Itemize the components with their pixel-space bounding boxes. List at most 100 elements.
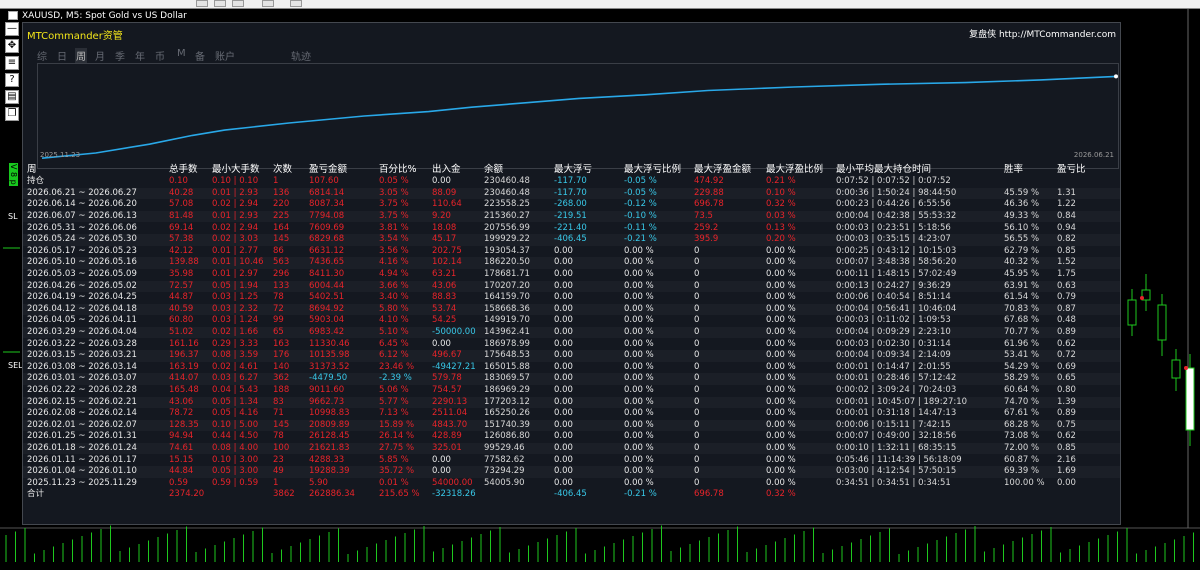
cell-col-7: 164159.70 (484, 292, 530, 303)
tab-8[interactable]: 备 (195, 48, 205, 63)
report-icon[interactable]: ▤ (5, 90, 19, 104)
toolbar-button[interactable] (196, 0, 208, 7)
cell-col-4: 9011.60 (309, 384, 345, 395)
cell-col-4: 盈亏金额 (309, 164, 348, 175)
cell-col-9: 0.00 % (624, 257, 654, 268)
cell-col-4: 8411.30 (309, 268, 345, 279)
cell-col-3: 65 (273, 326, 284, 337)
cell-col-8: -117.70 (554, 187, 587, 198)
cell-col-0: 合计 (27, 489, 45, 500)
cell-col-10: 0 (694, 361, 700, 372)
cell-col-1: 40.28 (169, 187, 194, 198)
cell-col-5: 4.10 % (379, 315, 409, 326)
table-row: 2026.01.25 ~ 2026.01.31 94.94 0.44 | 4.50 7… (23, 431, 1120, 443)
equity-endpoint (1114, 74, 1118, 79)
cell-col-5: 3.56 % (379, 245, 409, 256)
cell-col-10: 最大浮盈金额 (694, 164, 752, 175)
cell-col-12: 0:00:04 | 0:42:38 | 55:53:32 (836, 210, 957, 221)
cell-col-13: 74.70 % (1004, 396, 1040, 407)
cell-col-5: 5.80 % (379, 303, 409, 314)
move-icon[interactable]: ✥ (5, 39, 19, 53)
cell-col-12: 0:00:11 | 1:48:15 | 57:02:49 (836, 268, 957, 279)
tab-10[interactable]: 轨迹 (291, 48, 311, 63)
cell-col-13: 60.87 % (1004, 454, 1040, 465)
cell-col-1: 57.08 (169, 199, 194, 210)
cell-col-6: 2290.13 (432, 396, 468, 407)
cell-col-3: 140 (273, 361, 290, 372)
table-row: 2026.05.10 ~ 2026.05.16 139.88 0.01 | 10.4… (23, 257, 1120, 269)
toolbar-button[interactable] (262, 0, 274, 7)
cell-col-12: 0:00:03 | 0:02:30 | 0:31:14 (836, 338, 951, 349)
cell-col-12: 0:00:01 | 10:45:07 | 189:27:10 (836, 396, 968, 407)
cell-col-2: 0.03 | 6.27 (212, 373, 259, 384)
cell-col-2: 0.01 | 2.77 (212, 245, 259, 256)
toolbar-button[interactable] (214, 0, 226, 7)
cell-col-14: 0.62 (1057, 431, 1076, 442)
cell-col-11: 0.00 % (766, 419, 796, 430)
tab-3[interactable]: 月 (95, 48, 105, 63)
cell-col-2: 0.29 | 3.33 (212, 338, 259, 349)
tab-0[interactable]: 综 (37, 48, 47, 63)
cell-col-6: 110.64 (432, 199, 462, 210)
tab-2[interactable]: 周 (75, 48, 87, 63)
cell-col-5: 3.40 % (379, 292, 409, 303)
brand-link[interactable]: 复盘侠 http://MTCommander.com (969, 27, 1116, 40)
sell-label: SEL (8, 361, 23, 370)
cell-col-1: 74.61 (169, 442, 194, 453)
cell-col-9: 0.00 % (624, 361, 654, 372)
minimize-icon[interactable]: — (5, 22, 19, 36)
cell-col-5: 4.94 % (379, 268, 409, 279)
cell-col-10: 0 (694, 466, 700, 477)
cell-col-6: 54.25 (432, 315, 457, 326)
tab-7[interactable]: M (177, 48, 186, 59)
cell-col-9: -0.05 % (624, 187, 657, 198)
window-icon[interactable]: ❐ (5, 107, 19, 121)
cell-col-7: 165015.88 (484, 361, 530, 372)
cell-col-6: 0.00 (432, 338, 451, 349)
cell-col-10: 0 (694, 373, 700, 384)
cell-col-10: 259.2 (694, 222, 719, 233)
equity-curve-svg (41, 74, 1118, 159)
help-icon[interactable]: ? (5, 73, 19, 87)
toolbar-button[interactable] (290, 0, 302, 7)
table-row: 2026.03.01 ~ 2026.03.07 414.07 0.03 | 6.27… (23, 373, 1120, 385)
tab-1[interactable]: 日 (57, 48, 67, 63)
cell-col-8: 0.00 (554, 408, 573, 419)
cell-col-4: 6983.42 (309, 326, 345, 337)
cell-col-14: 1.22 (1057, 199, 1076, 210)
cell-col-1: 0.10 (169, 176, 188, 187)
cell-col-13: 61.96 % (1004, 338, 1040, 349)
cell-col-11: 0.00 % (766, 350, 796, 361)
menu-icon[interactable]: ≡ (5, 56, 19, 70)
tab-9[interactable]: 账户 (215, 48, 235, 63)
tab-4[interactable]: 季 (115, 48, 125, 63)
cell-col-9: 0.00 % (624, 384, 654, 395)
cell-col-9: -0.21 % (624, 234, 657, 245)
cell-col-12: 0:00:07 | 0:49:00 | 32:18:56 (836, 431, 957, 442)
cell-col-0: 2026.02.15 ~ 2026.02.21 (27, 396, 137, 407)
cell-col-13: 68.28 % (1004, 419, 1040, 430)
tab-6[interactable]: 币 (155, 48, 165, 63)
cell-col-5: 23.46 % (379, 361, 415, 372)
tab-5[interactable]: 年 (135, 48, 145, 63)
cell-col-7: 207556.99 (484, 222, 530, 233)
cell-col-10: 0 (694, 257, 700, 268)
cell-col-1: 414.07 (169, 373, 199, 384)
cell-col-3: 49 (273, 466, 284, 477)
cell-col-12: 0:00:06 | 0:15:11 | 7:42:15 (836, 419, 951, 430)
cell-col-12: 0:00:03 | 0:23:51 | 5:18:56 (836, 222, 951, 233)
cell-col-10: 696.78 (694, 199, 724, 210)
cell-col-8: 0.00 (554, 384, 573, 395)
cell-col-3: 86 (273, 245, 284, 256)
cell-col-14: 0.00 (1057, 477, 1076, 488)
cell-col-5: 3.75 % (379, 210, 409, 221)
cell-col-10: 0 (694, 431, 700, 442)
cell-col-13: 67.61 % (1004, 408, 1040, 419)
toolbar-button[interactable] (232, 0, 244, 7)
cell-col-13: 62.79 % (1004, 245, 1040, 256)
cell-col-11: 0.32 % (766, 489, 796, 500)
cell-col-10: 0 (694, 280, 700, 291)
cell-col-5: 7.13 % (379, 408, 409, 419)
table-row: 2026.02.15 ~ 2026.02.21 43.06 0.05 | 1.34 8… (23, 396, 1120, 409)
cell-col-1: 43.06 (169, 396, 194, 407)
